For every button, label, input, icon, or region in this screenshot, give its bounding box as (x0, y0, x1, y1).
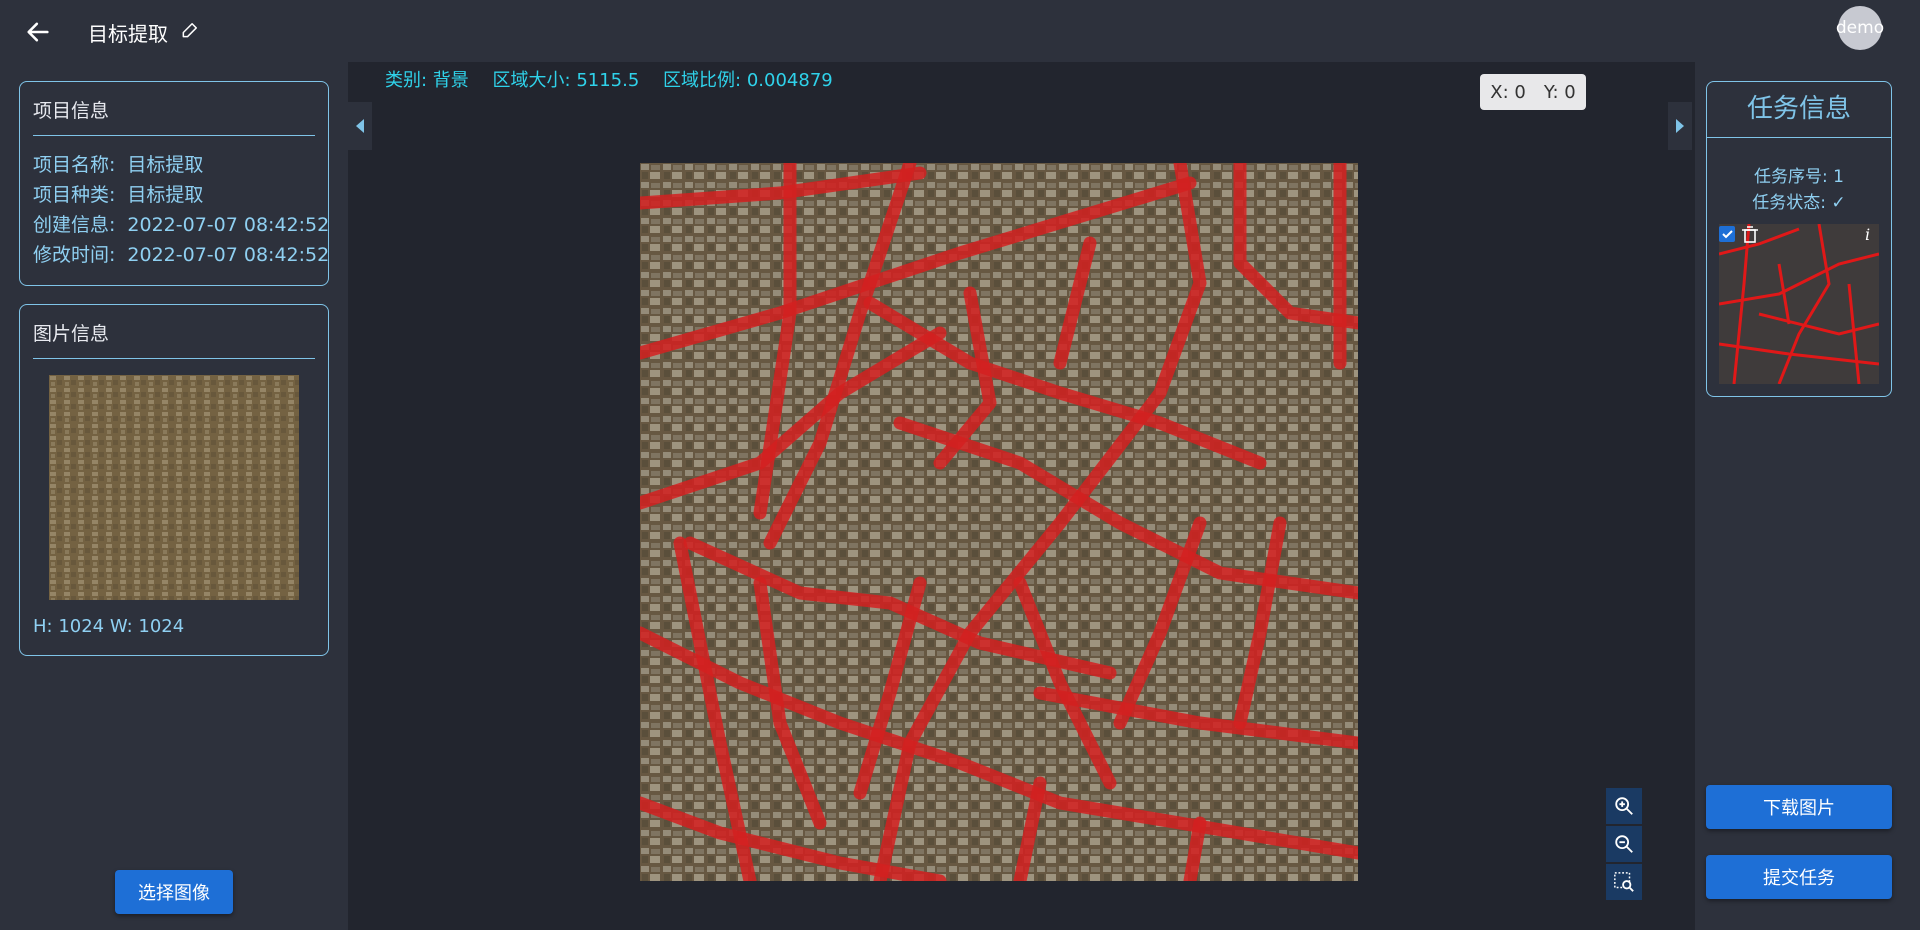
top-bar: 目标提取 demo (0, 0, 1920, 62)
back-arrow-icon[interactable] (24, 18, 52, 46)
divider (33, 358, 315, 359)
zoom-in-button[interactable] (1606, 788, 1642, 824)
project-info-title: 项目信息 (33, 100, 110, 122)
annotated-image-canvas[interactable] (640, 163, 1358, 881)
project-type-row: 项目种类: 目标提取 (33, 184, 204, 206)
region-stats: 类别: 背景 区域大小: 5115.5 区域比例: 0.004879 (385, 66, 851, 92)
image-info-title: 图片信息 (33, 323, 110, 345)
image-size: H: 1024 W: 1024 (33, 616, 185, 637)
submit-task-button[interactable]: 提交任务 (1706, 855, 1892, 899)
task-info-panel: 任务信息 任务序号: 1 任务状态: ✓ i (1706, 81, 1892, 397)
category-label: 类别: 背景 (385, 70, 469, 91)
collapse-left-button[interactable] (348, 102, 372, 150)
modified-row: 修改时间: 2022-07-07 08:42:52 (33, 244, 330, 266)
task-thumbnail[interactable]: i (1719, 224, 1879, 384)
y-coordinate: Y: 0 (1543, 81, 1576, 103)
cursor-coordinates: X: 0 Y: 0 (1480, 74, 1586, 110)
zoom-toolbar (1606, 788, 1642, 902)
image-info-panel: 图片信息 H: 1024 W: 1024 (19, 304, 329, 656)
task-status: 任务状态: ✓ (1752, 193, 1846, 213)
collapse-right-button[interactable] (1668, 102, 1692, 150)
edit-icon[interactable] (180, 20, 200, 40)
task-info-title: 任务信息 (1746, 94, 1851, 124)
project-info-rows: 项目名称: 目标提取 项目种类: 目标提取 创建信息: 2022-07-07 08:4… (20, 136, 330, 270)
created-row: 创建信息: 2022-07-07 08:42:52 (33, 214, 330, 236)
project-info-panel: 项目信息 项目名称: 目标提取 项目种类: 目标提取 创建信息: 2022-07-07… (19, 81, 329, 286)
project-name-row: 项目名称: 目标提取 (33, 154, 204, 176)
zoom-region-button[interactable] (1606, 864, 1642, 900)
collapse-left-icon (356, 119, 364, 133)
x-coordinate: X: 0 (1490, 81, 1526, 103)
zoom-out-icon (1615, 835, 1633, 853)
collapse-right-icon (1676, 119, 1684, 133)
download-image-button[interactable]: 下载图片 (1706, 785, 1892, 829)
avatar[interactable]: demo (1836, 6, 1884, 50)
zoom-out-button[interactable] (1606, 826, 1642, 862)
area-ratio-label: 区域比例: 0.004879 (663, 70, 833, 91)
image-thumbnail (49, 375, 299, 600)
page-title: 目标提取 (88, 22, 168, 46)
area-size-label: 区域大小: 5115.5 (492, 70, 640, 91)
select-image-button[interactable]: 选择图像 (115, 870, 233, 914)
zoom-in-icon (1615, 797, 1633, 815)
task-details: 任务序号: 1 任务状态: ✓ (1707, 138, 1891, 216)
zoom-region-icon (1614, 872, 1634, 892)
task-number: 任务序号: 1 (1754, 167, 1844, 187)
checkbox-icon[interactable] (1719, 226, 1735, 242)
info-icon[interactable]: i (1865, 225, 1870, 244)
